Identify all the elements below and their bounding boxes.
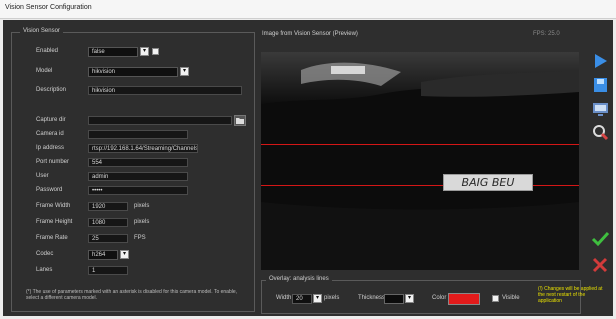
lanes-label: Lanes [36, 267, 53, 273]
codec-label: Codec [36, 251, 54, 257]
model-dropdown-button[interactable]: ▾ [180, 67, 189, 76]
capture-dir-input[interactable] [88, 116, 232, 125]
overlay-width-label: Width [276, 295, 292, 301]
frame-width-input[interactable]: 1920 [88, 202, 128, 211]
password-input[interactable]: ••••• [88, 186, 188, 195]
confirm-button[interactable] [588, 228, 612, 250]
frame-height-label: Frame Height [36, 219, 73, 225]
settings-group: Vision Sensor Enabled false ▾ Model hikv… [11, 28, 255, 312]
camera-preview: BAIG BEU [261, 52, 579, 270]
analysis-line-top[interactable] [261, 144, 579, 145]
frame-rate-label: Frame Rate [36, 235, 68, 241]
search-icon [593, 125, 609, 141]
color-swatch[interactable] [448, 293, 480, 305]
description-input[interactable]: hikvision [88, 86, 242, 95]
preview-stats: FPS: 25.0 [533, 31, 560, 37]
color-label: Color [432, 295, 447, 301]
capture-dir-label: Capture dir [36, 117, 66, 123]
overlay-width-select[interactable]: 20 [292, 294, 312, 304]
cancel-button[interactable] [588, 254, 612, 276]
preview-title: Image from Vision Sensor (Preview) [262, 31, 358, 37]
ip-address-label: Ip address [36, 145, 65, 151]
thickness-dropdown-button[interactable]: ▾ [405, 294, 414, 303]
folder-icon [236, 118, 244, 124]
inspect-button[interactable] [588, 122, 612, 144]
monitor-button[interactable] [588, 98, 612, 120]
frame-rate-unit: FPS [134, 235, 146, 241]
model-select[interactable]: hikvision [88, 67, 178, 77]
description-label: Description [36, 87, 67, 93]
user-input[interactable]: admin [88, 172, 188, 181]
model-label: Model [36, 68, 53, 74]
visible-label: Visible [502, 295, 520, 301]
window-titlebar: Vision Sensor Configuration [0, 0, 616, 19]
frame-width-label: Frame Width [36, 203, 71, 209]
window-title: Vision Sensor Configuration [5, 4, 92, 11]
save-icon [594, 78, 607, 92]
ip-address-input[interactable]: rtsp://192.168.1.64/Streaming/Channels/1… [88, 144, 198, 153]
frame-height-input[interactable]: 1080 [88, 218, 128, 227]
main-panel: Vision Sensor Enabled false ▾ Model hikv… [3, 20, 613, 316]
visible-checkbox[interactable] [492, 295, 499, 302]
enabled-checkbox[interactable] [152, 48, 159, 55]
frame-width-unit: pixels [134, 203, 150, 209]
camera-image [261, 52, 579, 270]
overlay-group-title: Overlay: analysis lines [266, 276, 332, 282]
thickness-label: Thickness [358, 295, 386, 301]
overlay-group: Overlay: analysis lines Width 20 ▾ pixel… [261, 276, 581, 314]
frame-height-unit: pixels [134, 219, 150, 225]
port-label: Port number [36, 159, 70, 165]
restart-status: (!) Changes will be applied at the next … [538, 286, 603, 304]
license-plate: BAIG BEU [443, 174, 533, 191]
codec-dropdown-button[interactable]: ▾ [120, 250, 129, 259]
password-label: Password [36, 187, 63, 193]
lanes-input[interactable]: 1 [88, 266, 128, 275]
enabled-dropdown-button[interactable]: ▾ [140, 47, 149, 56]
thickness-select[interactable] [384, 294, 404, 304]
enabled-select[interactable]: false [88, 47, 138, 57]
play-button[interactable] [588, 50, 612, 72]
cancel-icon [592, 257, 608, 273]
camera-id-input[interactable] [88, 130, 188, 139]
save-button[interactable] [588, 74, 612, 96]
port-input[interactable]: 554 [88, 158, 188, 167]
user-label: User [36, 173, 49, 179]
monitor-icon [593, 103, 608, 116]
enabled-label: Enabled [36, 48, 59, 54]
codec-select[interactable]: h264 [88, 250, 118, 260]
frame-rate-input[interactable]: 25 [88, 234, 128, 243]
browse-folder-button[interactable] [234, 115, 246, 126]
settings-footnote: (*) The use of parameters marked with an… [26, 289, 238, 301]
overlay-width-dropdown-button[interactable]: ▾ [313, 294, 322, 303]
overlay-width-unit: pixels [324, 295, 340, 301]
check-icon [591, 231, 610, 247]
settings-group-title: Vision Sensor [20, 28, 63, 34]
play-icon [595, 54, 607, 68]
camera-id-label: Camera id [36, 131, 64, 137]
